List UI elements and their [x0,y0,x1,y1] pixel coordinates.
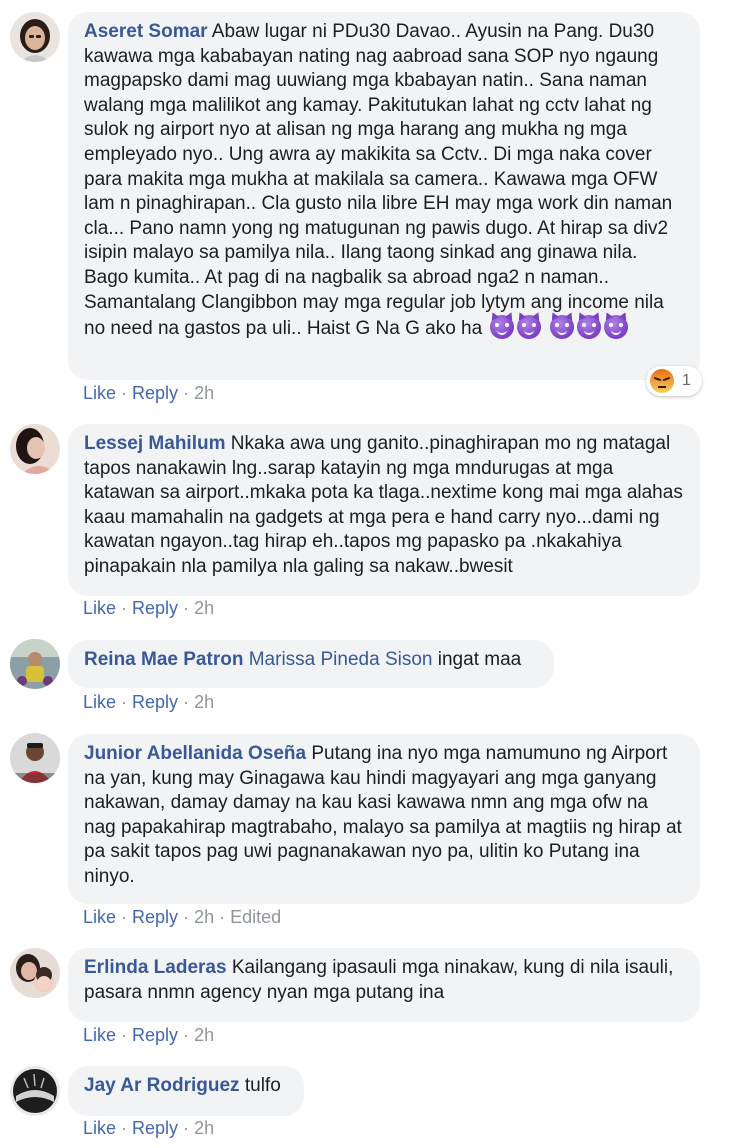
reply-button[interactable]: Reply [132,692,178,712]
comment-bubble: Junior Abellanida Oseña Putang ina nyo m… [68,734,700,904]
comment-author[interactable]: Junior Abellanida Oseña [84,743,306,764]
comment-actions: Like · Reply · 2h [83,598,215,618]
comment-actions: Like · Reply · 2h [83,383,215,403]
like-button[interactable]: Like [83,692,116,712]
like-button[interactable]: Like [83,598,116,618]
like-button[interactable]: Like [83,1025,116,1045]
avatar[interactable] [10,733,60,783]
reaction-summary[interactable]: 1 [646,366,702,396]
reply-button[interactable]: Reply [132,1025,178,1045]
comment-timestamp[interactable]: 2h [194,692,214,712]
comment-text: Nkaka awa ung ganito..pinaghirapan mo ng… [84,433,683,577]
comment-timestamp[interactable]: 2h [194,1025,214,1045]
smiling-devil-emoji-icon [490,315,515,340]
comment-bubble: Jay Ar Rodriguez tulfo [68,1066,304,1116]
comment-author[interactable]: Reina Mae Patron [84,649,243,670]
avatar-photo [10,1066,60,1116]
avatar-photo [10,639,60,689]
comment-author[interactable]: Lessej Mahilum [84,433,226,454]
avatar-photo [10,424,60,474]
smiling-devil-emoji-icon [549,315,574,340]
comment-actions: Like · Reply · 2h [83,692,215,712]
reply-button[interactable]: Reply [132,1118,178,1138]
comment-actions: Like · Reply · 2h · Edited [83,907,282,927]
avatar[interactable] [10,424,60,474]
comment-author[interactable]: Aseret Somar [84,21,208,42]
comment-bubble: Reina Mae Patron Marissa Pineda Sison in… [68,640,554,688]
avatar[interactable] [10,1066,60,1116]
avatar[interactable] [10,639,60,689]
comment-bubble: Erlinda Laderas Kailangang ipasauli mga … [68,948,700,1022]
avatar[interactable] [10,948,60,998]
comment-actions: Like · Reply · 2h [83,1025,215,1045]
reaction-count: 1 [682,372,691,389]
smiling-devil-emoji-icon [517,315,542,340]
comment-text: tulfo [244,1075,281,1096]
comment-timestamp[interactable]: 2h [194,1118,214,1138]
comment-timestamp[interactable]: 2h [194,598,214,618]
reply-button[interactable]: Reply [132,383,178,403]
avatar-photo [10,12,60,62]
avatar-photo [10,948,60,998]
comment-text: Putang ina nyo mga namumuno ng Airport n… [84,743,682,887]
mention-link[interactable]: Marissa Pineda Sison [249,649,433,670]
comment-bubble: Lessej Mahilum Nkaka awa ung ganito..pin… [68,424,700,596]
reply-button[interactable]: Reply [132,907,178,927]
avatar[interactable] [10,12,60,62]
like-button[interactable]: Like [83,907,116,927]
smiling-devil-emoji-icon [576,315,601,340]
smiling-devil-emoji-icon [603,315,628,340]
comment-text: ingat maa [437,649,522,670]
comment-actions: Like · Reply · 2h [83,1118,215,1138]
avatar-photo [10,733,60,783]
comment-author[interactable]: Erlinda Laderas [84,957,227,978]
edited-label[interactable]: Edited [230,907,281,927]
like-button[interactable]: Like [83,1118,116,1138]
comment-timestamp[interactable]: 2h [194,907,214,927]
reply-button[interactable]: Reply [132,598,178,618]
like-button[interactable]: Like [83,383,116,403]
comment-author[interactable]: Jay Ar Rodriguez [84,1075,240,1096]
comment-text: Abaw lugar ni PDu30 Davao.. Ayusin na Pa… [84,21,673,340]
comment-bubble: Aseret Somar Abaw lugar ni PDu30 Davao..… [68,12,700,380]
angry-reaction-icon [650,369,674,393]
comment-timestamp[interactable]: 2h [194,383,214,403]
